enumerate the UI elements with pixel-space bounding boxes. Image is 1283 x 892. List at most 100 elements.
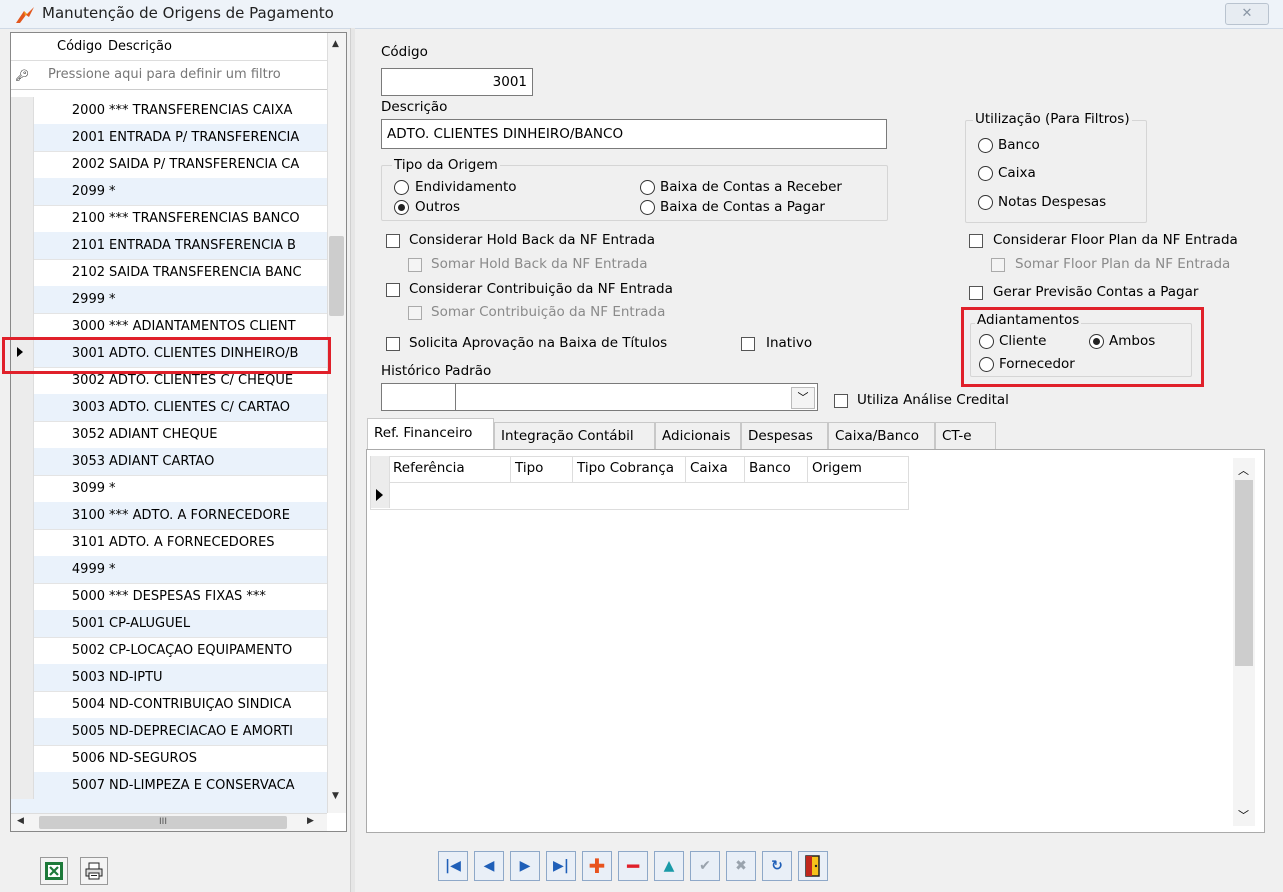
checkbox-gerar-previsao[interactable] [969, 286, 983, 300]
list-row[interactable]: 3052 ADIANT CHEQUE [11, 421, 327, 449]
list-row[interactable]: 3101 ADTO. A FORNECEDORES [11, 529, 327, 557]
list-row[interactable]: 2100 *** TRANSFERENCIAS BANCO [11, 205, 327, 233]
checkbox-somar-hold-back[interactable] [408, 258, 422, 272]
list-row[interactable]: 3099 * [11, 475, 327, 503]
list-row[interactable]: 3053 ADIANT CARTAO [11, 448, 327, 476]
checkbox-considerar-contribuicao[interactable] [386, 283, 400, 297]
next-record-icon: ▶ [519, 858, 531, 874]
list-row[interactable]: 3003 ADTO. CLIENTES C/ CARTÃO [11, 394, 327, 422]
list-row[interactable]: 5001 CP-ALUGUEL [11, 610, 327, 638]
scroll-down-icon[interactable]: ▼ [332, 791, 339, 801]
list-row[interactable]: 5004 ND-CONTRIBUIÇÃO SINDICA [11, 691, 327, 719]
tab-caixa-banco[interactable]: Caixa/Banco [828, 422, 935, 449]
ref-col-origem[interactable]: Origem [808, 456, 907, 482]
scroll-right-icon[interactable]: ▶ [307, 816, 314, 826]
hscroll-thumb[interactable]: III [39, 816, 287, 829]
row-descricao: ADTO. CLIENTES C/ CARTÃO [109, 400, 290, 415]
list-row[interactable]: 2102 SAIDA TRANSFERENCIA BANC [11, 259, 327, 287]
nav-cancel-button[interactable]: ✖ [726, 851, 756, 881]
list-row[interactable]: 2101 ENTRADA TRANSFERENCIA B [11, 232, 327, 260]
row-descricao: * [109, 292, 116, 307]
ref-grid-empty-row[interactable] [389, 482, 907, 509]
filter-row[interactable]: 🔑︎ Pressione aqui para definir um filtro [11, 61, 327, 90]
codigo-label: Código [381, 44, 428, 60]
tab-cte[interactable]: CT-e [935, 422, 996, 449]
label-somar-hold-back: Somar Hold Back da NF Entrada [431, 256, 648, 272]
radio-caixa[interactable] [978, 166, 993, 181]
ref-col-banco[interactable]: Banco [745, 456, 808, 482]
scroll-down-icon[interactable]: ﹀ [1238, 807, 1249, 823]
panel-splitter[interactable] [350, 28, 355, 892]
radio-baixa-pagar[interactable] [640, 200, 655, 215]
list-horizontal-scrollbar[interactable]: ◀ III ▶ [11, 813, 327, 831]
radio-baixa-receber[interactable] [640, 180, 655, 195]
list-row[interactable]: 2002 SAIDA P/ TRANSFERENCIA CA [11, 151, 327, 179]
ref-col-caixa[interactable]: Caixa [686, 456, 745, 482]
scroll-left-icon[interactable]: ◀ [17, 816, 24, 826]
list-row-partial[interactable] [11, 799, 327, 814]
ref-grid-scroll-thumb[interactable] [1235, 480, 1253, 666]
checkbox-solicita-aprovacao[interactable] [386, 337, 400, 351]
list-row[interactable]: 5006 ND-SEGUROS [11, 745, 327, 773]
nav-delete-button[interactable]: ━ [618, 851, 648, 881]
list-row[interactable]: 5005 ND-DEPRECIACAO E AMORTI [11, 718, 327, 746]
radio-banco[interactable] [978, 138, 993, 153]
exit-door-icon [805, 855, 820, 877]
radio-notas-despesas[interactable] [978, 195, 993, 210]
print-button[interactable] [80, 857, 108, 885]
checkbox-inativo[interactable] [741, 337, 755, 351]
ref-col-tipo-cobranca[interactable]: Tipo Cobrança [573, 456, 686, 482]
list-row[interactable]: 3100 *** ADTO. A FORNECEDORE [11, 502, 327, 530]
ref-col-tipo[interactable]: Tipo [511, 456, 573, 482]
tab-integracao-contabil[interactable]: Integração Contábil [494, 422, 655, 449]
chevron-down-icon[interactable]: ﹀ [791, 387, 815, 409]
checkbox-considerar-floor-plan[interactable] [969, 234, 983, 248]
close-button[interactable]: ✕ [1225, 3, 1269, 25]
nav-edit-button[interactable]: ▲ [654, 851, 684, 881]
origins-list-grid[interactable]: Código Descrição 🔑︎ Pressione aqui para … [10, 32, 347, 832]
tab-ref-financeiro[interactable]: Ref. Financeiro [367, 418, 494, 450]
descricao-input[interactable]: ADTO. CLIENTES DINHEIRO/BANCO [381, 119, 887, 149]
nav-prior-button[interactable]: ◀ [474, 851, 504, 881]
radio-endividamento[interactable] [394, 180, 409, 195]
checkbox-utiliza-analise[interactable] [834, 394, 848, 408]
exit-button[interactable] [798, 851, 828, 881]
radio-outros[interactable] [394, 200, 409, 215]
list-row[interactable]: 5002 CP-LOCAÇÃO EQUIPAMENTO [11, 637, 327, 665]
list-row[interactable]: 4999 * [11, 556, 327, 584]
tab-despesas[interactable]: Despesas [741, 422, 828, 449]
list-row[interactable]: 2000 *** TRANSFERENCIAS CAIXA [11, 97, 327, 125]
scroll-up-icon[interactable]: ▲ [332, 39, 339, 49]
scroll-up-icon[interactable]: ︿ [1238, 462, 1249, 478]
ref-col-referencia[interactable]: Referência [389, 456, 511, 482]
list-row[interactable]: 5003 ND-IPTU [11, 664, 327, 692]
list-row[interactable]: 5000 *** DESPESAS FIXAS *** [11, 583, 327, 611]
codigo-input[interactable]: 3001 [381, 68, 533, 96]
nav-first-button[interactable]: |◀ [438, 851, 468, 881]
checkbox-considerar-hold-back[interactable] [386, 234, 400, 248]
printer-icon [85, 862, 103, 880]
tab-adicionais[interactable]: Adicionais [655, 422, 741, 449]
list-vertical-scrollbar[interactable]: ▲ ▼ [327, 33, 346, 813]
scroll-thumb[interactable] [329, 236, 344, 316]
col-header-codigo[interactable]: Código [57, 39, 102, 54]
export-excel-button[interactable] [40, 857, 68, 885]
checkbox-somar-contribuicao[interactable] [408, 306, 422, 320]
nav-insert-button[interactable]: ✚ [582, 851, 612, 881]
nav-next-button[interactable]: ▶ [510, 851, 540, 881]
checkbox-somar-floor-plan[interactable] [991, 258, 1005, 272]
list-row[interactable]: 5007 ND-LIMPEZA E CONSERVACA [11, 772, 327, 800]
nav-last-button[interactable]: ▶| [546, 851, 576, 881]
list-row[interactable]: 2001 ENTRADA P/ TRANSFERENCIA [11, 124, 327, 152]
list-row[interactable]: 2099 * [11, 178, 327, 206]
row-descricao: *** DESPESAS FIXAS *** [109, 589, 266, 604]
list-row[interactable]: 2999 * [11, 286, 327, 314]
nav-post-button[interactable]: ✔ [690, 851, 720, 881]
historico-select[interactable] [455, 383, 818, 411]
row-codigo: 3053 [71, 454, 105, 469]
historico-code-input[interactable] [381, 383, 456, 411]
nav-refresh-button[interactable]: ↻ [762, 851, 792, 881]
row-codigo: 3002 [71, 373, 105, 388]
col-header-descricao[interactable]: Descrição [108, 39, 172, 54]
label-banco: Banco [998, 137, 1040, 153]
